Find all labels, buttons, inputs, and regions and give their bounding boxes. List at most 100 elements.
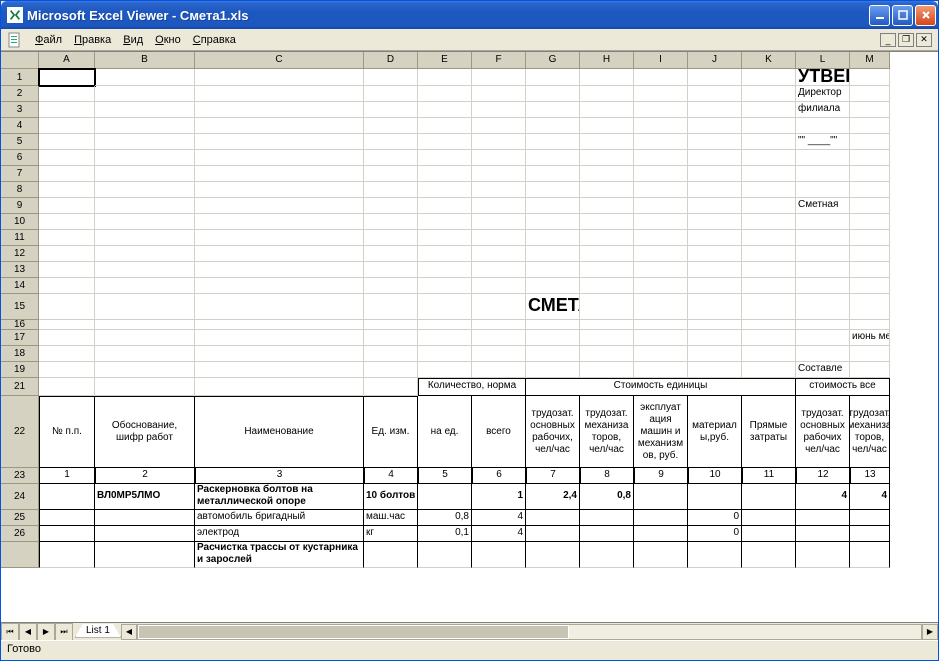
cell[interactable]: электрод <box>195 526 364 542</box>
cell[interactable]: всего <box>472 396 526 468</box>
cell[interactable] <box>95 294 195 320</box>
cell[interactable] <box>195 320 364 330</box>
cell[interactable] <box>95 510 195 526</box>
cell[interactable] <box>472 182 526 198</box>
cell[interactable] <box>39 118 95 134</box>
cell[interactable] <box>39 378 95 396</box>
cell[interactable] <box>364 262 418 278</box>
cell[interactable] <box>95 102 195 118</box>
cell[interactable] <box>742 294 796 320</box>
row-header[interactable]: 15 <box>1 294 39 320</box>
cell[interactable] <box>688 230 742 246</box>
cell[interactable] <box>195 150 364 166</box>
cell[interactable] <box>418 278 472 294</box>
cell[interactable] <box>796 166 850 182</box>
cell[interactable] <box>850 150 890 166</box>
cell[interactable] <box>39 526 95 542</box>
cell[interactable] <box>796 150 850 166</box>
scroll-right-button[interactable]: ▶ <box>922 624 938 640</box>
cell[interactable] <box>195 134 364 150</box>
cell[interactable] <box>195 118 364 134</box>
cell[interactable] <box>195 214 364 230</box>
cell[interactable] <box>418 362 472 378</box>
cell[interactable] <box>95 330 195 346</box>
cell[interactable]: маш.час <box>364 510 418 526</box>
cell[interactable]: кг <box>364 526 418 542</box>
cell[interactable] <box>472 150 526 166</box>
cell[interactable] <box>39 346 95 362</box>
cell[interactable] <box>634 69 688 86</box>
cell[interactable] <box>634 330 688 346</box>
cell[interactable]: 0,8 <box>418 510 472 526</box>
cell[interactable]: 8 <box>580 468 634 484</box>
cell[interactable] <box>742 86 796 102</box>
row-header[interactable]: 18 <box>1 346 39 362</box>
cell[interactable] <box>526 330 580 346</box>
cell[interactable]: на ед. <box>418 396 472 468</box>
cell[interactable] <box>796 294 850 320</box>
cell[interactable] <box>688 150 742 166</box>
cell[interactable]: 11 <box>742 468 796 484</box>
cell[interactable] <box>364 246 418 262</box>
cell[interactable] <box>634 542 688 568</box>
cell[interactable] <box>39 320 95 330</box>
cell[interactable] <box>634 182 688 198</box>
cell[interactable] <box>472 166 526 182</box>
cell[interactable] <box>195 246 364 262</box>
row-header[interactable]: 23 <box>1 468 39 484</box>
cell[interactable] <box>796 118 850 134</box>
cell[interactable]: 7 <box>526 468 580 484</box>
cell[interactable] <box>39 330 95 346</box>
cell[interactable] <box>850 262 890 278</box>
cell[interactable] <box>526 262 580 278</box>
column-header[interactable]: A <box>39 52 95 69</box>
cell[interactable] <box>634 294 688 320</box>
cell[interactable] <box>580 230 634 246</box>
cell[interactable] <box>580 102 634 118</box>
doc-minimize-button[interactable]: _ <box>880 33 896 47</box>
cell[interactable]: 1 <box>472 484 526 510</box>
cell[interactable] <box>195 330 364 346</box>
cell[interactable] <box>796 278 850 294</box>
cell[interactable] <box>742 278 796 294</box>
cell[interactable] <box>95 278 195 294</box>
cell[interactable] <box>418 134 472 150</box>
cell[interactable] <box>742 510 796 526</box>
cell[interactable] <box>580 320 634 330</box>
cell[interactable] <box>418 118 472 134</box>
cell[interactable] <box>634 262 688 278</box>
cell[interactable] <box>688 69 742 86</box>
cell[interactable] <box>688 102 742 118</box>
cell[interactable] <box>580 214 634 230</box>
cell[interactable] <box>850 362 890 378</box>
cell[interactable] <box>195 346 364 362</box>
cell[interactable] <box>364 320 418 330</box>
column-header[interactable]: H <box>580 52 634 69</box>
cell[interactable] <box>472 330 526 346</box>
cell[interactable] <box>95 526 195 542</box>
cell[interactable] <box>418 182 472 198</box>
cell[interactable]: Прямые затраты <box>742 396 796 468</box>
cell[interactable] <box>634 320 688 330</box>
cell[interactable] <box>95 150 195 166</box>
cell[interactable] <box>364 134 418 150</box>
cell[interactable] <box>742 214 796 230</box>
cell[interactable] <box>742 346 796 362</box>
cell[interactable] <box>850 86 890 102</box>
cell[interactable]: № п.п. <box>39 396 95 468</box>
cell[interactable] <box>796 526 850 542</box>
cell[interactable] <box>95 134 195 150</box>
cell[interactable] <box>472 346 526 362</box>
cell[interactable]: материал ы,руб. <box>688 396 742 468</box>
cell[interactable]: 10 <box>688 468 742 484</box>
doc-close-button[interactable]: ✕ <box>916 33 932 47</box>
row-header[interactable]: 26 <box>1 526 39 542</box>
column-header[interactable]: E <box>418 52 472 69</box>
cell[interactable] <box>39 150 95 166</box>
cell[interactable] <box>39 230 95 246</box>
cell[interactable] <box>418 262 472 278</box>
cell[interactable] <box>364 362 418 378</box>
cell[interactable] <box>472 278 526 294</box>
cell[interactable] <box>850 230 890 246</box>
cell[interactable] <box>526 362 580 378</box>
